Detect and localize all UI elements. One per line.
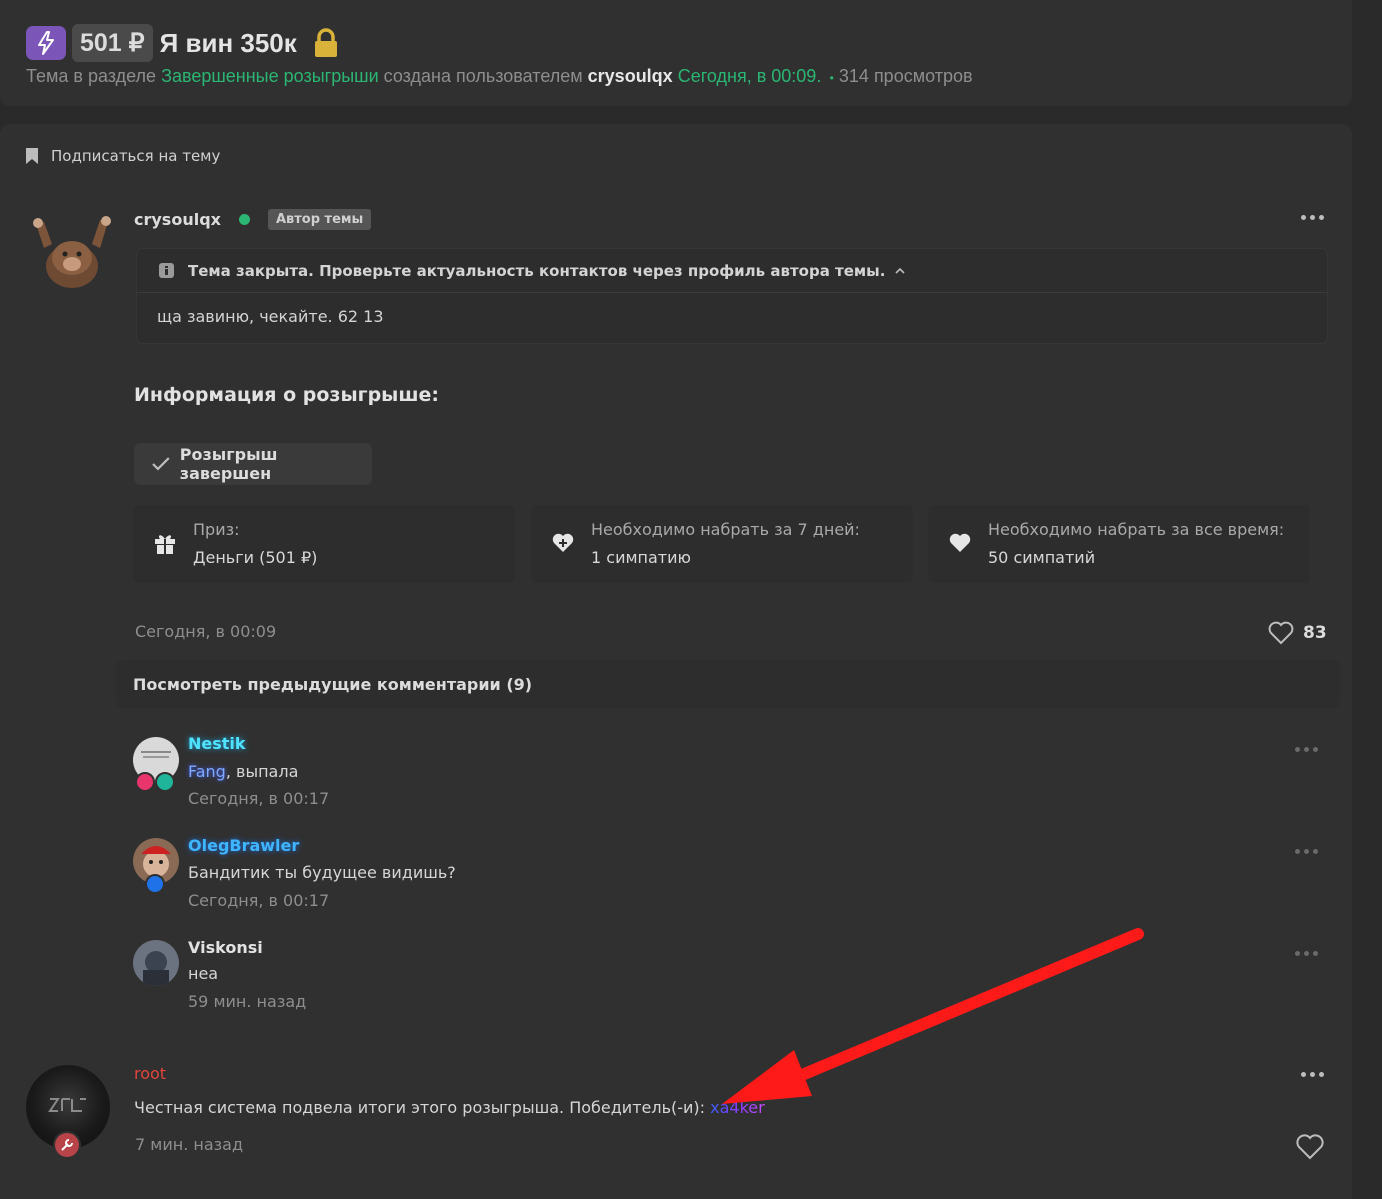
- chevron-up-icon: [895, 267, 906, 274]
- stat-value: 1 симпатию: [591, 548, 691, 567]
- lock-icon: [313, 28, 339, 58]
- info-icon: [159, 263, 174, 278]
- subscribe-label: Подписаться на тему: [51, 147, 221, 165]
- heart-badge-icon: [135, 772, 155, 792]
- avatar[interactable]: [133, 940, 179, 986]
- stat-value: 50 симпатий: [988, 548, 1096, 567]
- check-icon: [152, 457, 170, 471]
- closed-notice: Тема закрыта. Проверьте актуальность кон…: [136, 248, 1328, 344]
- team-badge-icon: [145, 874, 165, 894]
- finished-label: Розыгрыш завершен: [179, 445, 278, 483]
- stat-label: Необходимо набрать за все время:: [988, 520, 1285, 539]
- reply-text: Честная система подвела итоги этого розы…: [134, 1098, 765, 1117]
- comment-time[interactable]: Сегодня, в 00:17: [188, 789, 329, 808]
- thread-title-row: 501 ₽ Я вин 350к: [26, 24, 339, 62]
- created-time[interactable]: Сегодня, в 00:09.: [678, 66, 822, 86]
- post-date[interactable]: Сегодня, в 00:09: [135, 622, 276, 641]
- thread-meta: Тема в разделе Завершенные розыгрыши соз…: [26, 66, 973, 87]
- comment-text: Бандитик ты будущее видишь?: [188, 863, 456, 882]
- section-link[interactable]: Завершенные розыгрыши: [161, 66, 379, 86]
- stat-7-days: Необходимо набрать за 7 дней: 1 симпатию: [531, 505, 913, 583]
- comment-menu-button[interactable]: [1295, 849, 1318, 854]
- closed-notice-text: Тема закрыта. Проверьте актуальность кон…: [188, 261, 886, 280]
- closed-notice-header[interactable]: Тема закрыта. Проверьте актуальность кон…: [137, 249, 1327, 293]
- stat-label: Необходимо набрать за 7 дней:: [591, 520, 860, 539]
- heart-icon: [949, 533, 971, 552]
- meta-separator: •: [826, 71, 834, 85]
- subscribe-button[interactable]: Подписаться на тему: [26, 147, 220, 165]
- heart-badge-icon: [155, 772, 175, 792]
- like-button[interactable]: 83: [1268, 621, 1327, 645]
- gift-icon: [155, 535, 175, 554]
- post-author-row: crysoulqx Автор темы: [134, 206, 372, 232]
- reply-menu-button[interactable]: [1301, 1072, 1324, 1077]
- price-badge: 501 ₽: [72, 24, 153, 62]
- comment-time[interactable]: 59 мин. назад: [188, 992, 306, 1011]
- lightning-icon: [26, 26, 66, 60]
- stat-prize: Приз: Деньги (501 ₽): [133, 505, 515, 583]
- bookmark-icon: [26, 148, 38, 164]
- comment-username[interactable]: Viskonsi: [188, 938, 263, 957]
- giveaway-finished-button[interactable]: Розыгрыш завершен: [134, 443, 372, 485]
- avatar[interactable]: [30, 208, 114, 292]
- reply-text-body: Честная система подвела итоги этого розы…: [134, 1098, 711, 1117]
- comment-username[interactable]: OlegBrawler: [188, 836, 299, 855]
- post-username[interactable]: crysoulqx: [134, 210, 221, 229]
- reply-username[interactable]: root: [134, 1064, 166, 1083]
- wrench-icon: [53, 1131, 81, 1159]
- winner-link[interactable]: xa4ker: [710, 1098, 765, 1117]
- comment-text: неа: [188, 964, 219, 983]
- heart-outline-icon: [1296, 1134, 1324, 1160]
- meta-created-by: создана пользователем: [383, 66, 583, 86]
- reply-like-button[interactable]: [1296, 1134, 1324, 1164]
- heart-outline-icon: [1268, 621, 1294, 645]
- view-previous-comments-button[interactable]: Посмотреть предыдущие комментарии (9): [116, 660, 1340, 708]
- page-title: Я вин 350к: [159, 27, 297, 58]
- heart-plus-icon: [552, 533, 574, 552]
- views-count: 314 просмотров: [838, 66, 973, 86]
- comment-menu-button[interactable]: [1295, 951, 1318, 956]
- comment-menu-button[interactable]: [1295, 747, 1318, 752]
- post-body: ща завиню, чекайте. 62 13: [157, 307, 384, 326]
- stat-label: Приз:: [193, 520, 240, 539]
- comment-text: Fang, выпала: [188, 762, 298, 781]
- comment-text-body: , выпала: [225, 762, 299, 781]
- comment-username[interactable]: Nestik: [188, 734, 246, 753]
- reply-time[interactable]: 7 мин. назад: [135, 1135, 243, 1154]
- online-indicator: [238, 213, 250, 225]
- giveaway-title: Информация о розыгрыше:: [134, 384, 440, 406]
- author-link[interactable]: crysoulqx: [588, 66, 673, 86]
- thread-header: 501 ₽ Я вин 350к Тема в разделе Завершен…: [0, 0, 1352, 106]
- stat-value: Деньги (501 ₽): [193, 548, 318, 567]
- mention-link[interactable]: Fang: [188, 762, 226, 781]
- stat-all-time: Необходимо набрать за все время: 50 симп…: [928, 505, 1310, 583]
- post-menu-button[interactable]: [1301, 215, 1324, 220]
- like-count: 83: [1303, 623, 1327, 643]
- comment-time[interactable]: Сегодня, в 00:17: [188, 891, 329, 910]
- meta-prefix: Тема в разделе: [26, 66, 157, 86]
- author-badge: Автор темы: [267, 208, 372, 230]
